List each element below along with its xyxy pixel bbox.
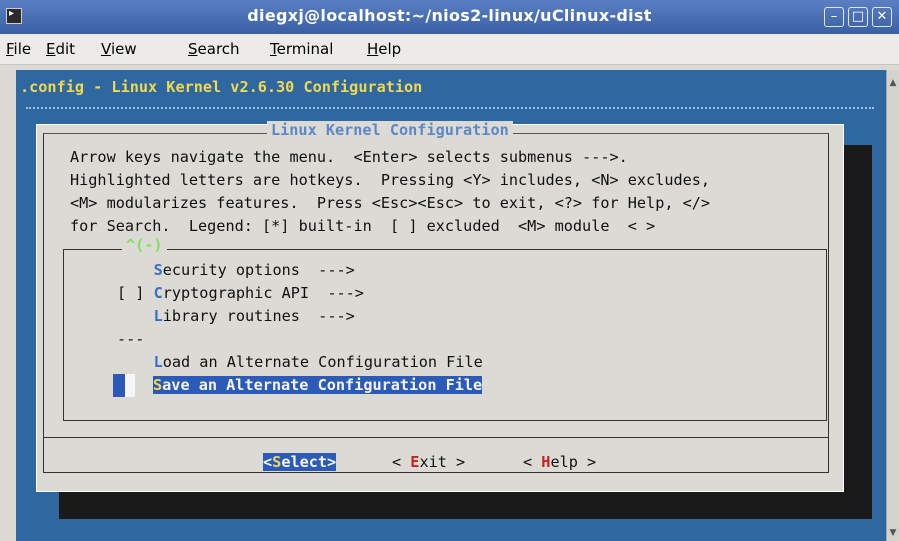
maximize-button[interactable]: □	[848, 7, 868, 27]
instruction-line: for Search. Legend: [*] built-in [ ] exc…	[70, 217, 656, 235]
help-button[interactable]: < Help >	[523, 453, 596, 471]
menu-item-hotkey: S	[153, 376, 163, 394]
button-label: xit >	[419, 453, 466, 471]
menu-item-hotkey: S	[153, 261, 163, 279]
menu-item-label: ecurity options --->	[162, 261, 355, 279]
terminal-scrollbar[interactable]: ▲ ▼	[886, 70, 899, 541]
close-icon: ✕	[876, 9, 888, 24]
exit-button[interactable]: < Exit >	[392, 453, 465, 471]
menu-bar: File Edit View Search Terminal Help	[0, 34, 899, 65]
button-bracket: <	[523, 453, 542, 471]
menu-item-prefix	[117, 353, 154, 371]
button-label: elect>	[281, 453, 337, 471]
scroll-up-indicator: ^(-)	[122, 236, 167, 254]
menu-item-checkbox: [ ]	[117, 284, 154, 302]
cursor-block	[113, 374, 125, 397]
menu-item-prefix	[117, 261, 154, 279]
minimize-icon: –	[830, 9, 838, 24]
terminal-screen[interactable]: .config - Linux Kernel v2.6.30 Configura…	[16, 70, 886, 541]
menu-item-hotkey: L	[153, 307, 163, 325]
menu-item-hotkey: L	[153, 353, 163, 371]
config-header: .config - Linux Kernel v2.6.30 Configura…	[20, 78, 423, 96]
menu-item-label: ryptographic API --->	[162, 284, 364, 302]
menu-item-hotkey: C	[153, 284, 163, 302]
menu-item-load-alternate-config[interactable]: Load an Alternate Configuration File	[117, 353, 483, 371]
menu-item-label: oad an Alternate Configuration File	[162, 353, 483, 371]
menu-item-label: ave an Alternate Configuration File	[162, 376, 483, 394]
instruction-line: Arrow keys navigate the menu. <Enter> se…	[70, 148, 628, 166]
menu-item-prefix	[117, 307, 154, 325]
menu-help[interactable]: Help	[367, 40, 401, 58]
menu-search[interactable]: Search	[188, 40, 240, 58]
header-divider	[26, 107, 874, 109]
menu-edit[interactable]: Edit	[46, 40, 75, 58]
menu-view[interactable]: View	[101, 40, 137, 58]
menu-item-library-routines[interactable]: Library routines --->	[117, 307, 355, 325]
menu-item-label: ibrary routines --->	[162, 307, 355, 325]
menu-item-security-options[interactable]: Security options --->	[117, 261, 355, 279]
maximize-icon: □	[851, 9, 865, 24]
menu-item-cryptographic-api[interactable]: [ ] Cryptographic API --->	[117, 284, 364, 302]
menu-separator: ---	[117, 330, 145, 348]
menu-file[interactable]: File	[6, 40, 31, 58]
config-dialog: Linux Kernel Configuration Arrow keys na…	[36, 121, 844, 492]
button-label: elp >	[550, 453, 597, 471]
instruction-line: Highlighted letters are hotkeys. Pressin…	[70, 171, 711, 189]
close-button[interactable]: ✕	[872, 7, 892, 27]
cursor-gap	[125, 374, 135, 397]
menu-item-save-alternate-config[interactable]: Save an Alternate Configuration File	[153, 376, 483, 394]
button-hotkey: S	[272, 453, 282, 471]
minimize-button[interactable]: –	[824, 7, 844, 27]
menu-terminal[interactable]: Terminal	[270, 40, 333, 58]
button-bracket: <	[263, 453, 273, 471]
select-button[interactable]: <Select>	[263, 453, 337, 471]
button-bar-divider	[43, 437, 829, 438]
window-titlebar[interactable]: diegxj@localhost:~/nios2-linux/uClinux-d…	[0, 0, 899, 34]
scroll-down-arrow-icon[interactable]: ▼	[887, 526, 899, 540]
button-bracket: <	[392, 453, 411, 471]
instruction-line: <M> modularizes features. Press <Esc><Es…	[70, 194, 711, 212]
window-title: diegxj@localhost:~/nios2-linux/uClinux-d…	[247, 6, 652, 25]
scroll-up-arrow-icon[interactable]: ▲	[887, 76, 899, 90]
dialog-title: Linux Kernel Configuration	[267, 121, 513, 139]
